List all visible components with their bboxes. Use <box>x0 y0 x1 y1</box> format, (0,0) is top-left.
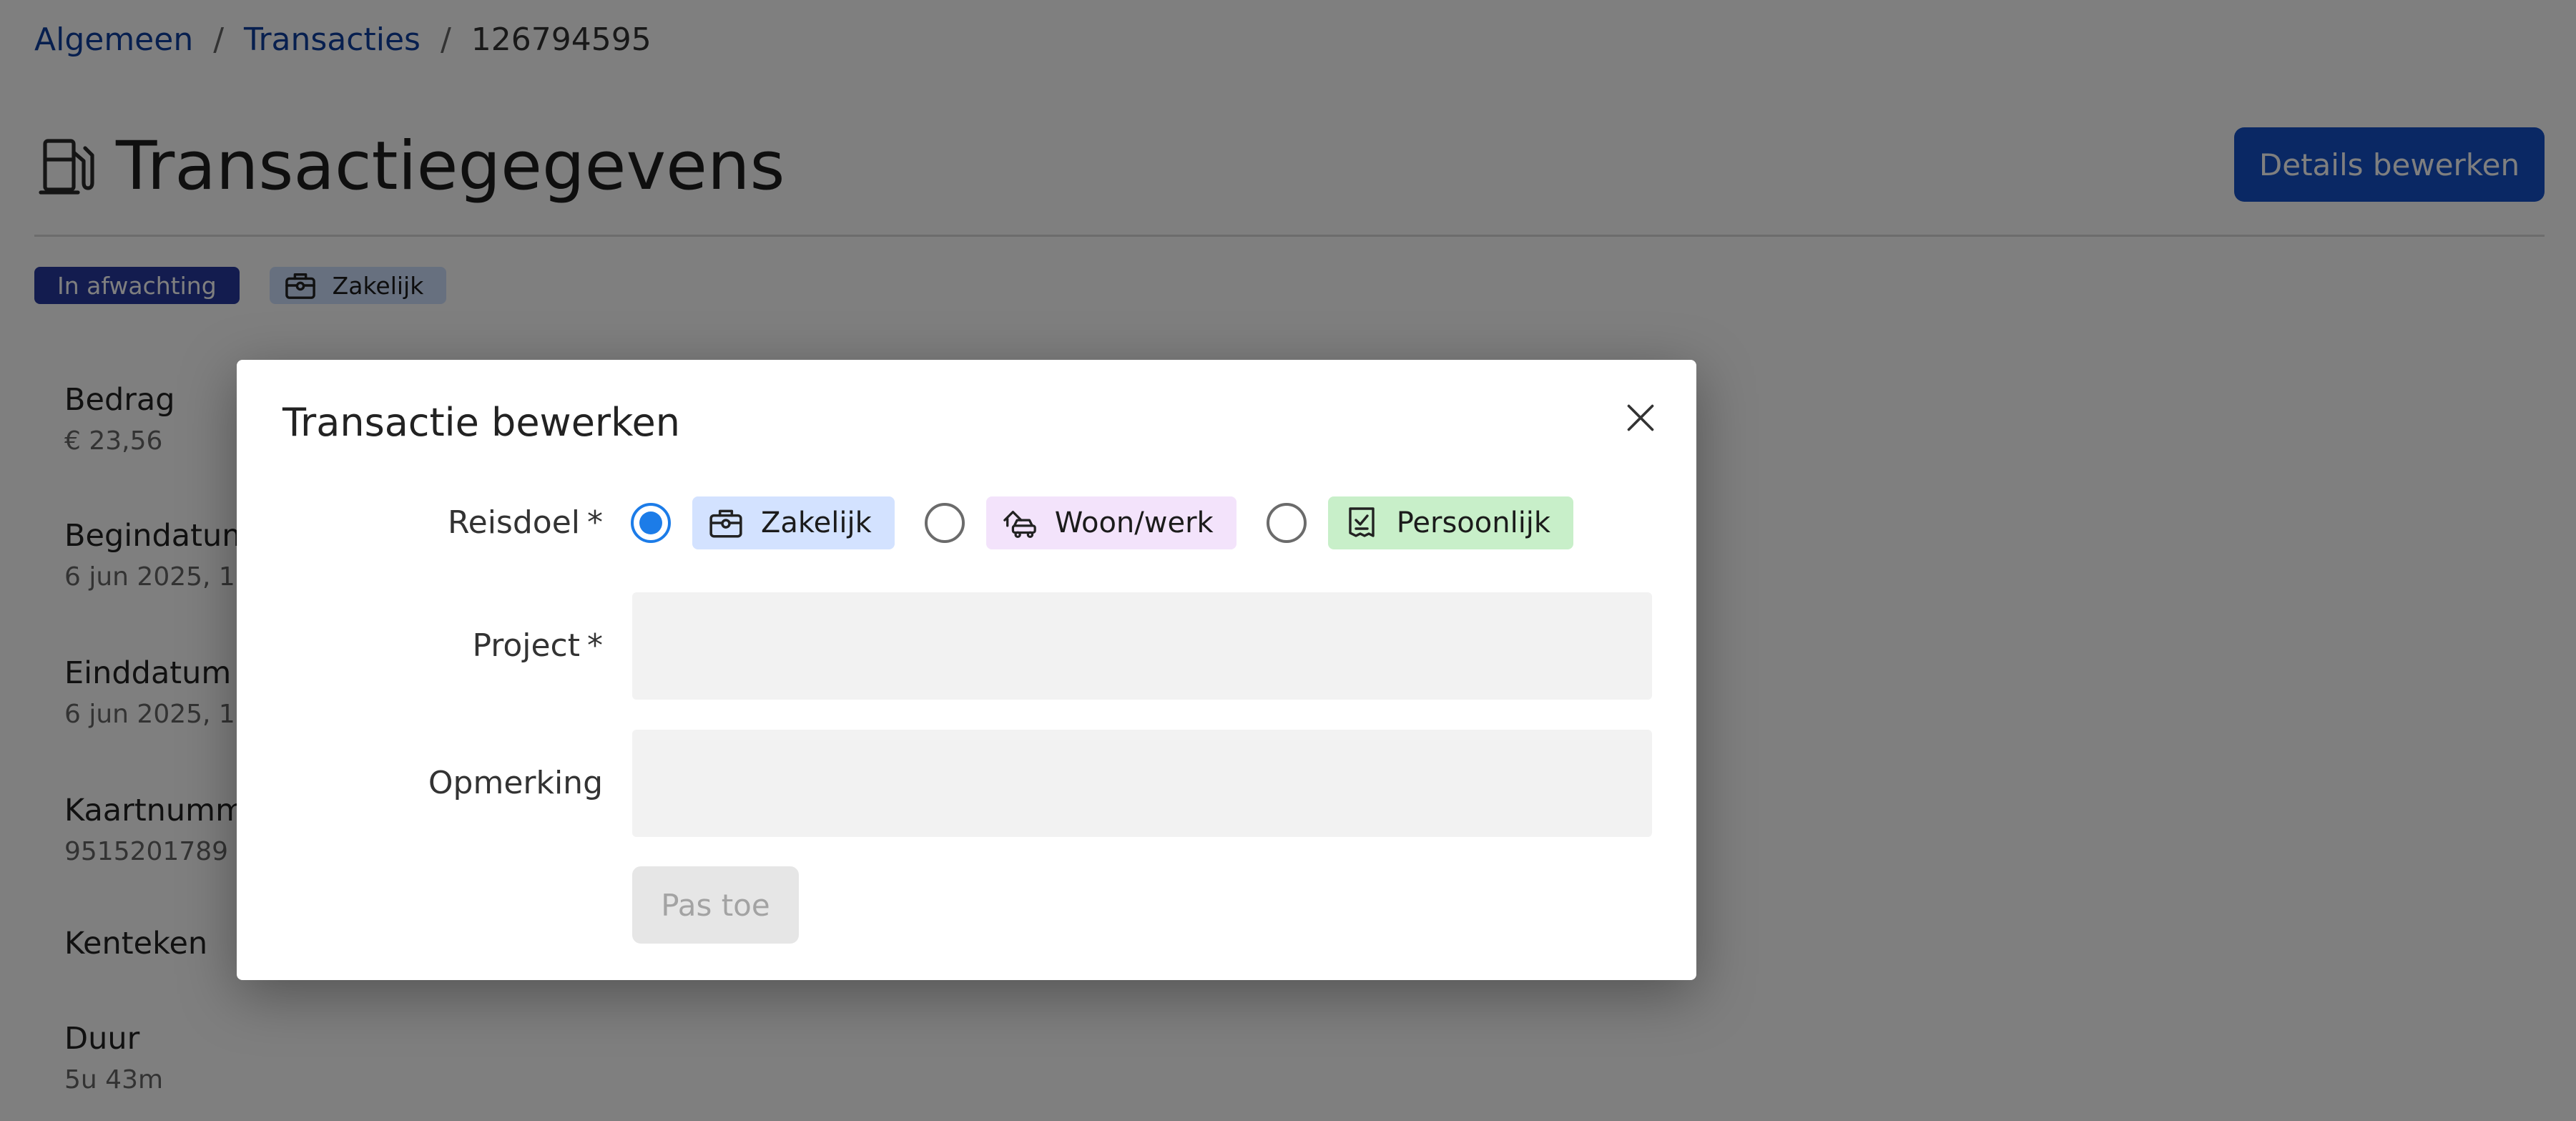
receipt-check-icon <box>1348 507 1375 537</box>
required-mark: * <box>587 504 603 541</box>
close-icon <box>1627 404 1654 431</box>
reisdoel-option-zakelijk[interactable]: Zakelijk <box>692 496 895 549</box>
apply-button[interactable]: Pas toe <box>632 866 799 944</box>
briefcase-icon <box>709 509 742 538</box>
reisdoel-option-woon-werk[interactable]: Woon/werk <box>985 496 1237 549</box>
project-input[interactable] <box>632 592 1652 700</box>
radio-dot <box>639 511 662 534</box>
reisdoel-radio-woon-werk[interactable] <box>924 503 965 543</box>
project-label-text: Project <box>472 627 580 664</box>
reisdoel-radio-zakelijk[interactable] <box>631 503 671 543</box>
reisdoel-radio-persoonlijk[interactable] <box>1266 503 1307 543</box>
option-label: Woon/werk <box>1054 506 1214 539</box>
reisdoel-label: Reisdoel * <box>237 501 603 544</box>
close-button[interactable] <box>1618 396 1663 440</box>
reisdoel-radio-group: Zakelijk Woon/werk Persoonlijk <box>631 496 1574 550</box>
opmerking-label: Opmerking <box>237 762 603 805</box>
modal-title: Transactie bewerken <box>282 400 680 445</box>
opmerking-input[interactable] <box>632 730 1652 837</box>
required-mark: * <box>587 627 603 664</box>
option-label: Persoonlijk <box>1396 506 1551 539</box>
project-label: Project * <box>237 625 603 667</box>
opmerking-label-text: Opmerking <box>428 765 603 801</box>
option-label: Zakelijk <box>761 506 872 539</box>
reisdoel-label-text: Reisdoel <box>448 504 580 541</box>
car-home-icon <box>1003 510 1036 539</box>
reisdoel-option-persoonlijk[interactable]: Persoonlijk <box>1327 496 1574 549</box>
edit-transaction-modal: Transactie bewerken Reisdoel* Zakelijk <box>237 360 1696 980</box>
